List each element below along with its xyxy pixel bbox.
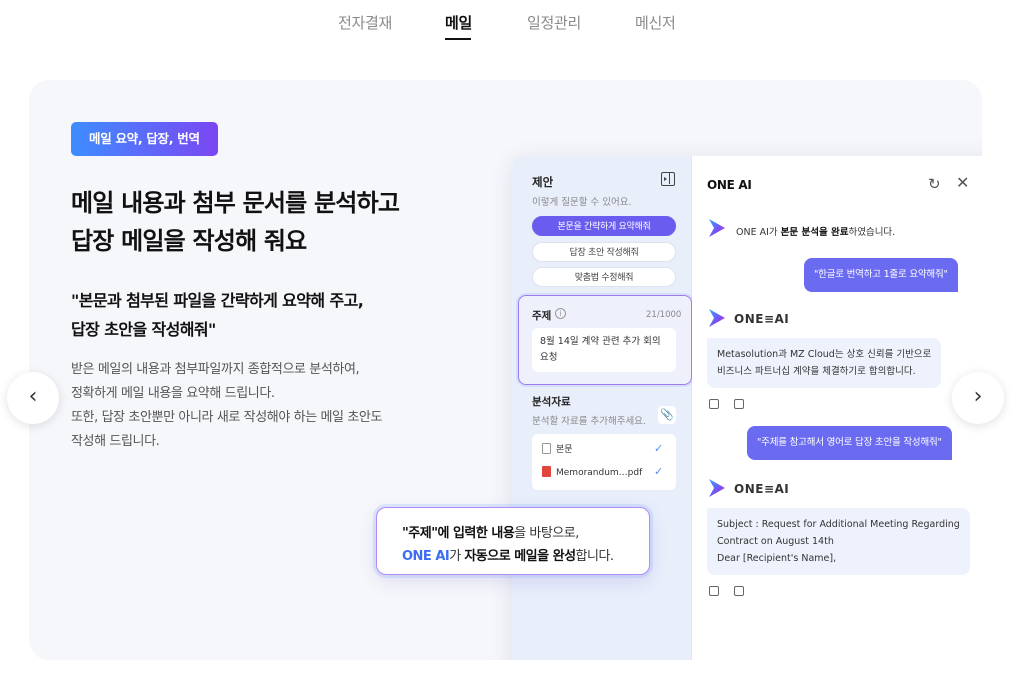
slide-quote: "본문과 첨부된 파일을 간략하게 요약해 주고, 답장 초안을 작성해줘" bbox=[71, 286, 431, 344]
quote-line: "본문과 첨부된 파일을 간략하게 요약해 주고, bbox=[71, 291, 364, 310]
feature-slide: 메일 요약, 답장, 번역 메일 내용과 첨부 문서를 분석하고 답장 메일을 … bbox=[29, 80, 982, 660]
file-name: 본문 bbox=[556, 445, 573, 455]
collapse-panel-icon[interactable] bbox=[661, 172, 675, 186]
document-icon bbox=[542, 443, 551, 454]
desc-line: 또한, 답장 초안뿐만 아니라 새로 작성해야 하는 메일 초안도 bbox=[71, 410, 383, 425]
headline-line: 메일 내용과 첨부 문서를 분석하고 bbox=[71, 189, 400, 217]
ai-name: ONE≡AI bbox=[734, 312, 790, 326]
reference-label: 분석자료 bbox=[532, 396, 571, 408]
desc-line: 받은 메일의 내용과 첨부파일까지 종합적으로 분석하여, bbox=[71, 362, 360, 377]
close-icon[interactable]: ✕ bbox=[956, 173, 969, 192]
callout-bold: "주제"에 입력한 내용 bbox=[402, 526, 515, 541]
tab-approval[interactable]: 전자결재 bbox=[338, 12, 392, 33]
ai-reply: Metasolution과 MZ Cloud는 상호 신뢰를 기반으로 비즈니스… bbox=[707, 338, 942, 388]
quote-line: 답장 초안을 작성해줘" bbox=[71, 320, 216, 339]
one-ai-logo-icon bbox=[709, 479, 725, 497]
reference-placeholder: 분석할 자료를 추가해주세요. bbox=[532, 416, 646, 427]
callout-bold: 자동으로 메일을 완성 bbox=[464, 549, 576, 564]
check-icon: ✓ bbox=[654, 442, 664, 455]
slide-description: 받은 메일의 내용과 첨부파일까지 종합적으로 분석하여, 정확하게 메일 내용… bbox=[71, 358, 431, 454]
pdf-icon bbox=[542, 466, 551, 477]
ai-reply-line: Subject : Request for Additional Meeting… bbox=[717, 519, 960, 530]
callout-text: 을 바탕으로, bbox=[514, 526, 579, 541]
headline-line: 답장 메일을 작성해 줘요 bbox=[71, 227, 307, 255]
insert-icon[interactable] bbox=[734, 586, 744, 596]
user-message: "한글로 번역하고 1줄로 요약해줘" bbox=[804, 258, 958, 292]
chevron-right-icon: › bbox=[973, 384, 983, 409]
copy-icon[interactable] bbox=[709, 399, 719, 409]
ai-reply: Subject : Request for Additional Meeting… bbox=[707, 508, 970, 575]
sys-msg-text: 하였습니다. bbox=[848, 227, 896, 238]
tab-mail[interactable]: 메일 bbox=[445, 12, 472, 33]
feature-badge: 메일 요약, 답장, 번역 bbox=[71, 122, 218, 156]
ai-name: ONE≡AI bbox=[734, 482, 790, 496]
tab-messenger[interactable]: 메신저 bbox=[635, 12, 676, 33]
attach-clip-icon[interactable]: 📎 bbox=[658, 406, 676, 424]
suggestion-chip-reply[interactable]: 답장 초안 작성해줘 bbox=[532, 242, 676, 262]
slide-headline: 메일 내용과 첨부 문서를 분석하고 답장 메일을 작성해 줘요 bbox=[71, 184, 451, 260]
suggestion-chip-summarize[interactable]: 본문을 간략하게 요약해줘 bbox=[532, 216, 676, 236]
file-item[interactable]: Memorandum…pdf bbox=[542, 465, 642, 481]
suggestion-title: 제안 bbox=[532, 175, 554, 189]
user-message: "주제를 참고해서 영어로 답장 초안을 작성해줘" bbox=[747, 426, 952, 460]
one-ai-logo-icon bbox=[709, 219, 725, 237]
chevron-left-icon: ‹ bbox=[28, 384, 38, 409]
suggestion-chip-spellcheck[interactable]: 맞춤법 수정해줘 bbox=[532, 267, 676, 287]
file-name: Memorandum…pdf bbox=[556, 468, 643, 478]
sys-msg-bold: 본문 분석을 완료 bbox=[780, 227, 849, 238]
next-slide-button[interactable]: › bbox=[952, 372, 1004, 424]
info-icon[interactable]: i bbox=[555, 308, 566, 319]
copy-icon[interactable] bbox=[709, 586, 719, 596]
suggestion-subtitle: 이렇게 질문할 수 있어요. bbox=[532, 197, 632, 208]
refresh-icon[interactable]: ↻ bbox=[928, 175, 941, 193]
subject-text-line: 8월 14일 계약 관련 추가 회의 bbox=[540, 336, 661, 347]
subject-label: 주제 bbox=[532, 310, 552, 322]
ai-reply-line: Metasolution과 MZ Cloud는 상호 신뢰를 기반으로 bbox=[717, 349, 932, 360]
check-icon: ✓ bbox=[654, 465, 664, 478]
chat-pane: ONE AI ↻ ✕ ONE AI가 본문 분석을 완료하였습니다. "한글로 … bbox=[692, 156, 982, 660]
tab-calendar[interactable]: 일정관리 bbox=[527, 12, 581, 33]
desc-line: 작성해 드립니다. bbox=[71, 434, 160, 449]
file-item[interactable]: 본문 bbox=[542, 442, 573, 458]
reference-file-list: 본문 ✓ Memorandum…pdf ✓ bbox=[532, 434, 676, 490]
callout-text: 가 bbox=[449, 549, 465, 564]
one-ai-logo-icon bbox=[709, 309, 725, 327]
insert-icon[interactable] bbox=[734, 399, 744, 409]
system-message: ONE AI가 본문 분석을 완료하였습니다. bbox=[736, 224, 895, 238]
app-mockup: 제안 이렇게 질문할 수 있어요. 본문을 간략하게 요약해줘 답장 초안 작성… bbox=[512, 156, 982, 660]
feature-callout: "주제"에 입력한 내용을 바탕으로, ONE AI가 자동으로 메일을 완성합… bbox=[376, 507, 650, 575]
callout-text: 합니다. bbox=[575, 549, 615, 564]
subject-char-count: 21/1000 bbox=[646, 310, 682, 320]
desc-line: 정확하게 메일 내용을 요약해 드립니다. bbox=[71, 386, 275, 401]
chat-title: ONE AI bbox=[707, 178, 752, 192]
ai-reply-line: Contract on August 14th bbox=[717, 536, 834, 547]
active-tab-underline bbox=[445, 38, 471, 40]
suggestion-pane: 제안 이렇게 질문할 수 있어요. 본문을 간략하게 요약해줘 답장 초안 작성… bbox=[512, 156, 692, 660]
sys-msg-text: ONE AI가 bbox=[736, 227, 781, 238]
callout-line: ONE AI가 자동으로 메일을 완성합니다. bbox=[402, 545, 614, 564]
callout-line: "주제"에 입력한 내용을 바탕으로, bbox=[402, 522, 579, 541]
ai-reply-line: 비즈니스 파트너십 계약을 체결하기로 합의합니다. bbox=[717, 366, 916, 377]
prev-slide-button[interactable]: ‹ bbox=[7, 372, 59, 424]
ai-reply-line: Dear [Recipient's Name], bbox=[717, 553, 837, 564]
subject-text-line: 요청 bbox=[540, 352, 558, 363]
subject-input[interactable]: 8월 14일 계약 관련 추가 회의 요청 bbox=[532, 328, 676, 372]
callout-brand: ONE AI bbox=[402, 549, 450, 564]
tab-bar: 전자결재 메일 일정관리 메신저 bbox=[0, 0, 1024, 50]
